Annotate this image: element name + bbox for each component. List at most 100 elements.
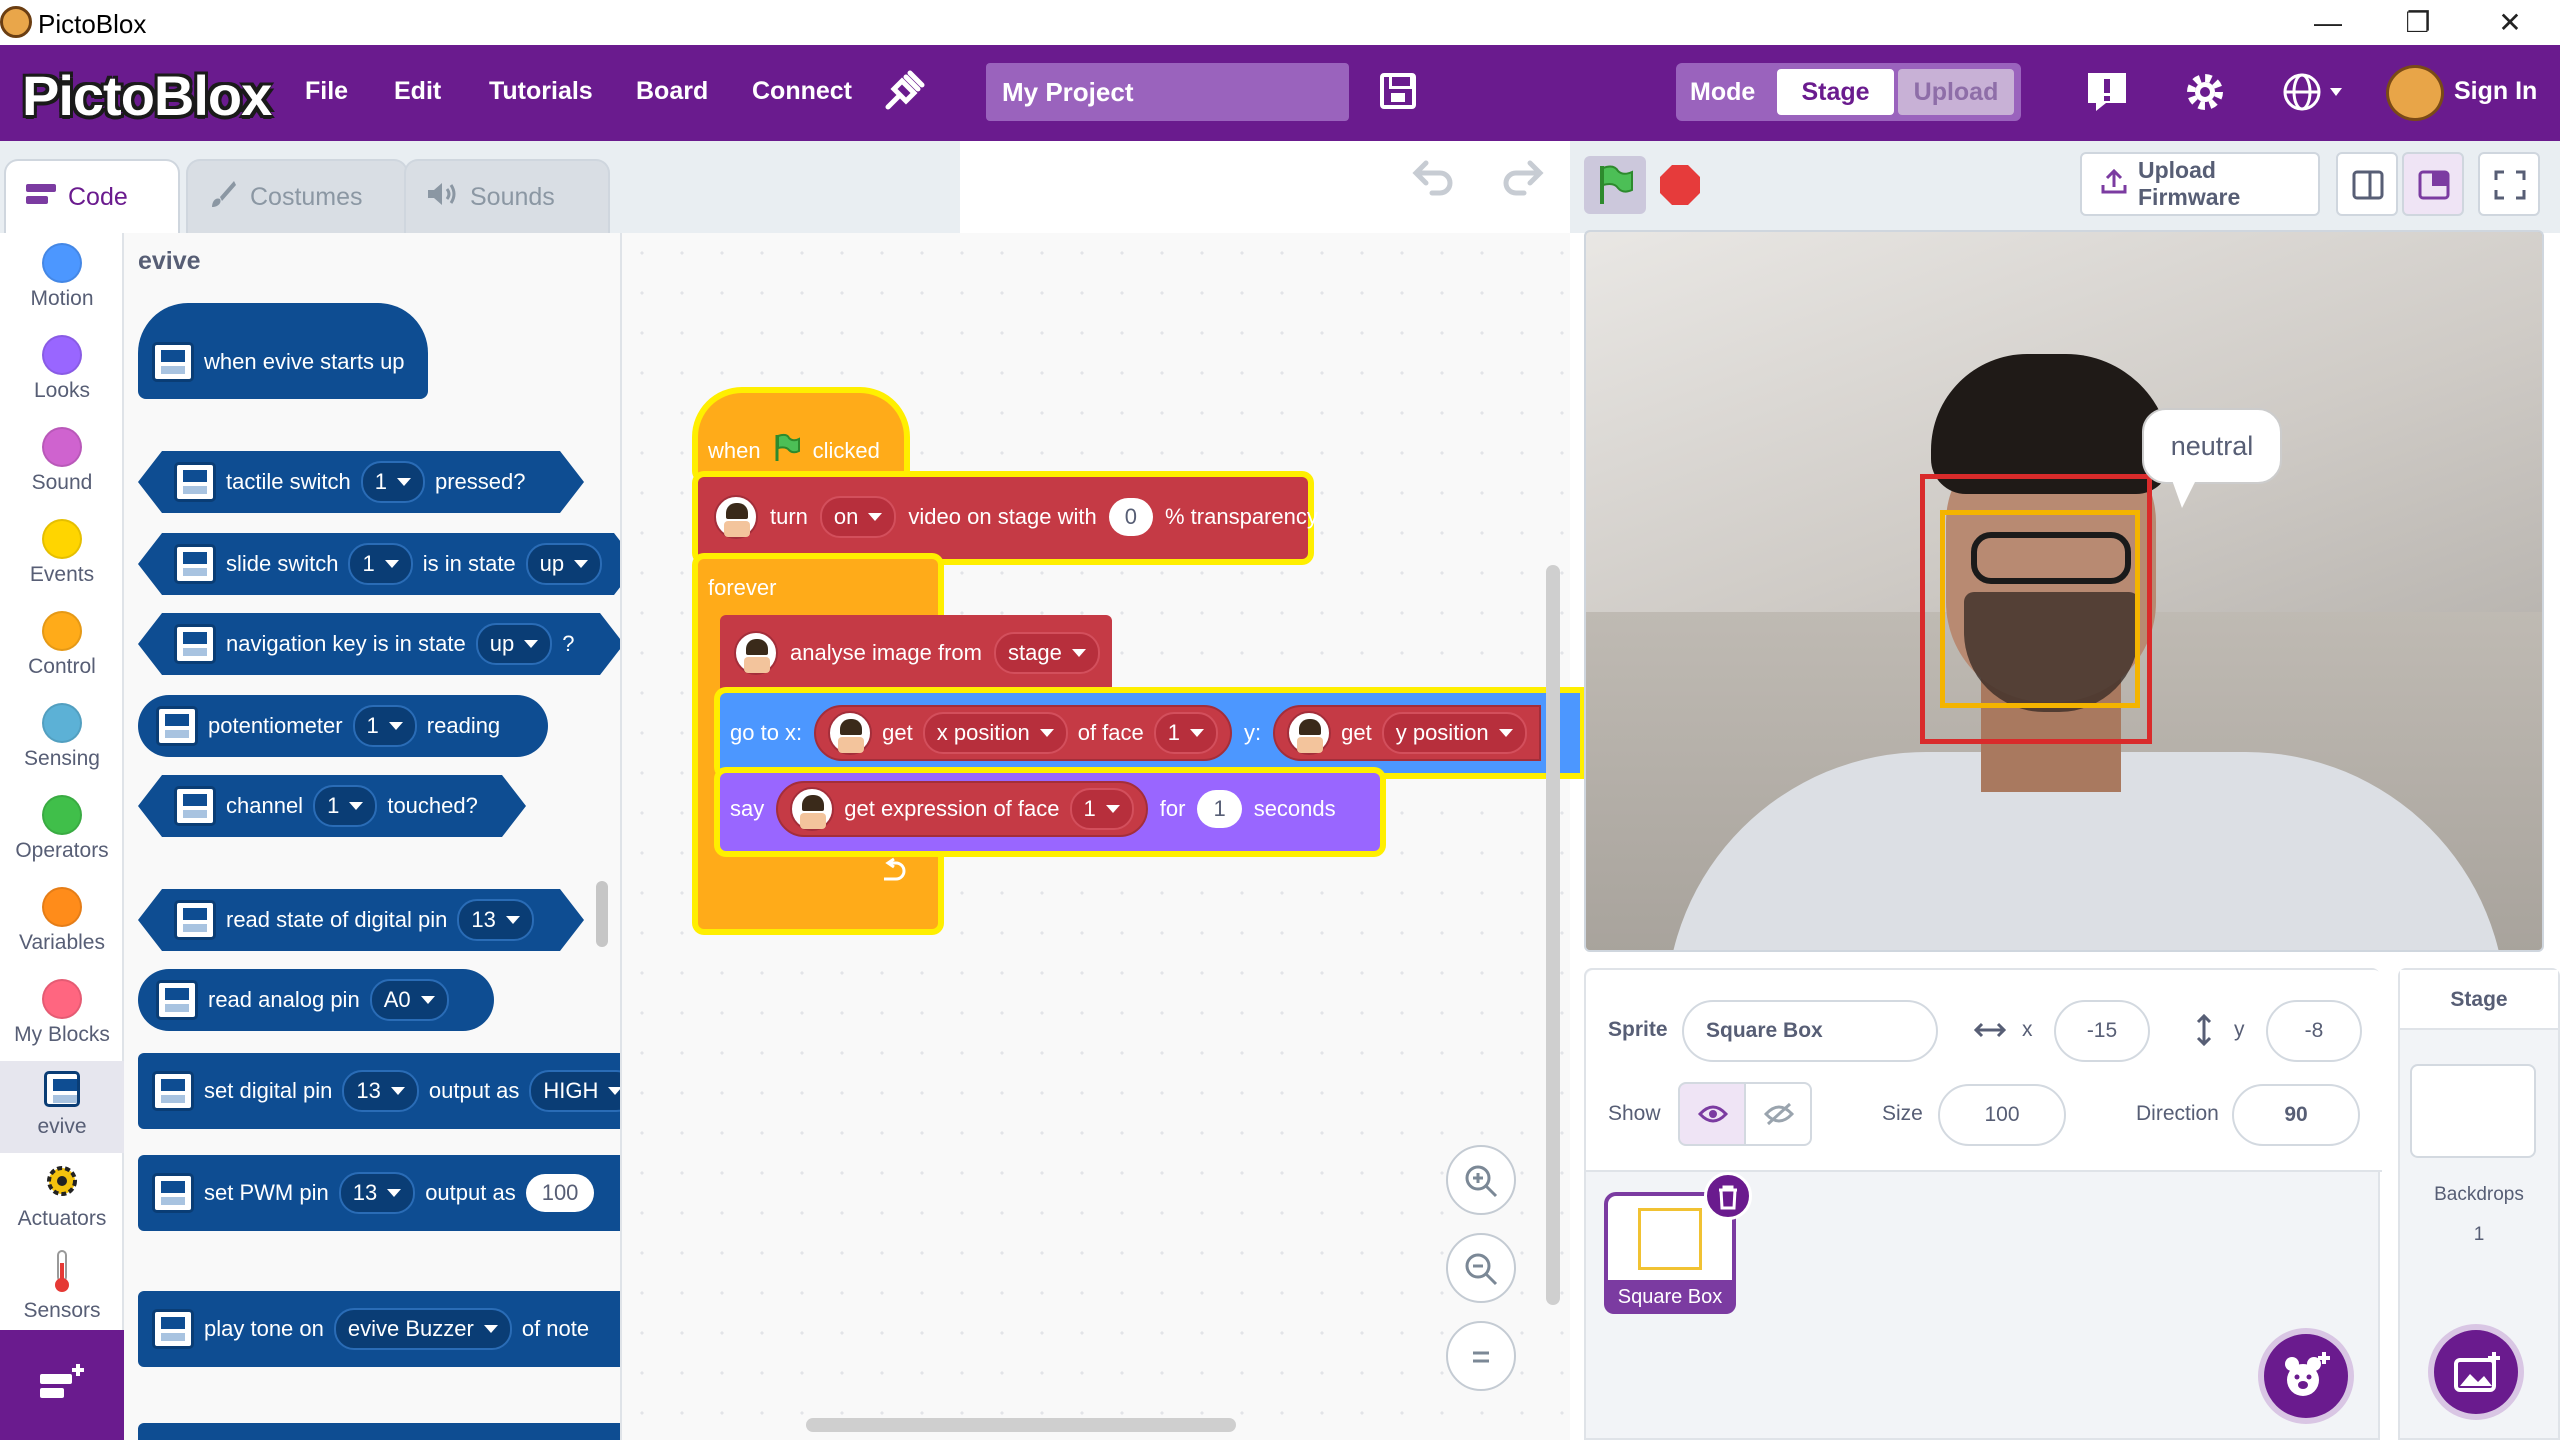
- block-set-pwm-pin[interactable]: set PWM pin 13 output as 100: [138, 1155, 620, 1231]
- category-events[interactable]: Events: [0, 509, 124, 601]
- zoom-out-button[interactable]: [1446, 1233, 1516, 1303]
- pwm-value-input[interactable]: 100: [525, 1174, 595, 1212]
- transparency-input[interactable]: 0: [1108, 498, 1153, 536]
- hide-sprite-button[interactable]: [1744, 1082, 1812, 1146]
- category-motion[interactable]: Motion: [0, 233, 124, 325]
- minimize-button[interactable]: —: [2308, 6, 2348, 40]
- get-x-reporter[interactable]: get x position of face 1: [814, 705, 1232, 761]
- large-stage-button[interactable]: [2402, 152, 2464, 216]
- output-level-dropdown[interactable]: HIGH: [529, 1070, 620, 1112]
- upload-firmware-button[interactable]: Upload Firmware: [2080, 152, 2320, 216]
- size-input[interactable]: [1938, 1084, 2066, 1146]
- category-looks[interactable]: Looks: [0, 325, 124, 417]
- script-workspace[interactable]: when clicked turn on video on stage with…: [622, 160, 1580, 1440]
- block-tactile-switch[interactable]: tactile switch 1 pressed?: [138, 451, 584, 513]
- face-number-dropdown[interactable]: 1: [1153, 712, 1218, 754]
- set-digital-pin-dropdown[interactable]: 13: [342, 1070, 419, 1112]
- zoom-in-button[interactable]: [1446, 1145, 1516, 1215]
- sprite-name-input[interactable]: [1682, 1000, 1938, 1062]
- add-extension-button[interactable]: [0, 1330, 124, 1440]
- block-read-analog-pin[interactable]: read analog pin A0: [138, 969, 494, 1031]
- analyse-source-dropdown[interactable]: stage: [993, 632, 1100, 674]
- block-navigation-key[interactable]: navigation key is in state up ?: [138, 613, 622, 675]
- y-position-input[interactable]: [2266, 1000, 2362, 1062]
- block-read-digital-pin[interactable]: read state of digital pin 13: [138, 889, 584, 951]
- plug-icon[interactable]: [880, 69, 926, 115]
- square-box-sprite[interactable]: [1940, 510, 2140, 708]
- block-play-tone[interactable]: play tone on evive Buzzer of note: [138, 1291, 620, 1367]
- channel-dropdown[interactable]: 1: [313, 785, 377, 827]
- block-when-evive-starts[interactable]: when evive starts up: [138, 303, 428, 399]
- digital-pin-dropdown[interactable]: 13: [457, 899, 533, 941]
- undo-icon[interactable]: [1412, 153, 1456, 208]
- x-position-dropdown[interactable]: x position: [922, 712, 1068, 754]
- category-sensing[interactable]: Sensing: [0, 693, 124, 785]
- menu-file[interactable]: File: [305, 77, 348, 106]
- get-y-reporter[interactable]: get y position: [1273, 705, 1541, 761]
- tab-sounds[interactable]: Sounds: [404, 159, 610, 233]
- block-channel-touched[interactable]: channel 1 touched?: [138, 775, 526, 837]
- category-control[interactable]: Control: [0, 601, 124, 693]
- zoom-reset-button[interactable]: [1446, 1321, 1516, 1391]
- workspace-horizontal-scrollbar[interactable]: [806, 1418, 1236, 1432]
- close-button[interactable]: ✕: [2490, 6, 2530, 40]
- mode-stage-button[interactable]: Stage: [1777, 69, 1894, 115]
- tab-costumes[interactable]: Costumes: [186, 159, 408, 233]
- analog-pin-dropdown[interactable]: A0: [369, 979, 449, 1021]
- potentiometer-dropdown[interactable]: 1: [352, 705, 417, 747]
- get-expression-reporter[interactable]: get expression of face 1: [776, 781, 1148, 837]
- block-set-digital-pin[interactable]: set digital pin 13 output as HIGH: [138, 1053, 620, 1129]
- add-sprite-button[interactable]: [2258, 1328, 2354, 1424]
- menu-tutorials[interactable]: Tutorials: [489, 77, 593, 106]
- show-sprite-button[interactable]: [1678, 1082, 1746, 1146]
- pictoblox-logo[interactable]: PictoBlox: [22, 63, 272, 128]
- stage-thumbnail[interactable]: [2410, 1064, 2536, 1158]
- language-globe-icon[interactable]: [2280, 69, 2348, 115]
- sign-in-link[interactable]: Sign In: [2454, 77, 2537, 106]
- category-sensors[interactable]: Sensors: [0, 1245, 124, 1337]
- save-icon[interactable]: [1380, 73, 1416, 109]
- when-flag-clicked-block[interactable]: when clicked: [708, 433, 880, 469]
- seconds-input[interactable]: 1: [1197, 790, 1242, 828]
- tactile-switch-dropdown[interactable]: 1: [361, 461, 425, 503]
- maximize-button[interactable]: ❐: [2398, 6, 2438, 40]
- palette-scrollbar[interactable]: [596, 881, 608, 947]
- category-variables[interactable]: Variables: [0, 877, 124, 969]
- x-position-input[interactable]: [2054, 1000, 2150, 1062]
- category-sound[interactable]: Sound: [0, 417, 124, 509]
- delete-sprite-button[interactable]: [1704, 1172, 1752, 1220]
- block-slide-switch[interactable]: slide switch 1 is in state up: [138, 533, 622, 595]
- buzzer-dropdown[interactable]: evive Buzzer: [333, 1308, 512, 1350]
- pwm-pin-dropdown[interactable]: 13: [338, 1172, 416, 1214]
- green-flag-button[interactable]: [1584, 156, 1646, 214]
- slide-switch-dropdown[interactable]: 1: [348, 543, 412, 585]
- workspace-vertical-scrollbar[interactable]: [1546, 565, 1560, 1305]
- project-name-input[interactable]: [986, 63, 1349, 121]
- category-my-blocks[interactable]: My Blocks: [0, 969, 124, 1061]
- gear-icon[interactable]: [2182, 69, 2228, 115]
- feedback-icon[interactable]: [2084, 69, 2130, 115]
- slide-state-dropdown[interactable]: up: [526, 543, 602, 585]
- video-state-dropdown[interactable]: on: [819, 496, 897, 538]
- tab-code[interactable]: Code: [4, 159, 180, 233]
- stage-canvas[interactable]: neutral: [1584, 230, 2544, 952]
- menu-board[interactable]: Board: [636, 77, 708, 106]
- menu-connect[interactable]: Connect: [752, 77, 852, 106]
- redo-icon[interactable]: [1500, 153, 1544, 208]
- direction-input[interactable]: [2232, 1084, 2360, 1146]
- stop-button[interactable]: [1660, 165, 1700, 205]
- y-position-dropdown[interactable]: y position: [1381, 712, 1527, 754]
- add-backdrop-button[interactable]: [2428, 1324, 2524, 1420]
- user-avatar[interactable]: [2386, 65, 2444, 121]
- menu-edit[interactable]: Edit: [394, 77, 441, 106]
- mode-upload-button[interactable]: Upload: [1898, 69, 2014, 115]
- category-actuators[interactable]: Actuators: [0, 1153, 124, 1245]
- block-potentiometer[interactable]: potentiometer 1 reading: [138, 695, 548, 757]
- small-stage-button[interactable]: [2336, 152, 2398, 216]
- category-operators[interactable]: Operators: [0, 785, 124, 877]
- expression-face-dropdown[interactable]: 1: [1069, 788, 1134, 830]
- navigation-dropdown[interactable]: up: [476, 623, 552, 665]
- fullscreen-button[interactable]: [2478, 152, 2540, 216]
- block-partial[interactable]: [138, 1423, 620, 1440]
- category-evive[interactable]: evive: [0, 1061, 124, 1153]
